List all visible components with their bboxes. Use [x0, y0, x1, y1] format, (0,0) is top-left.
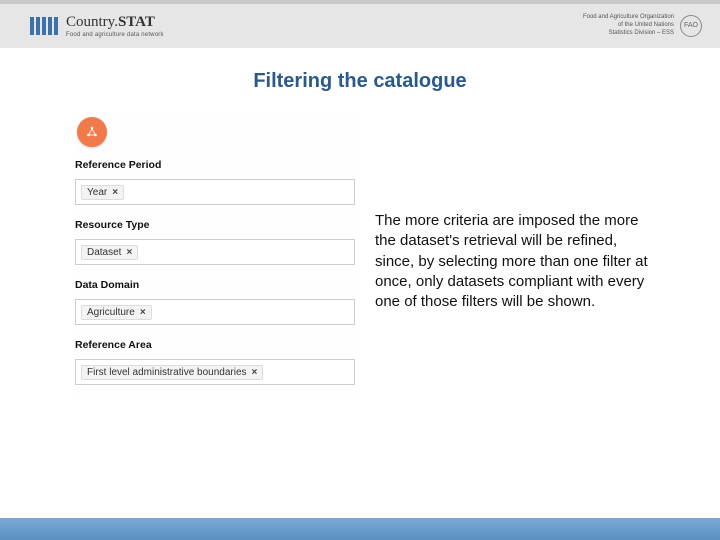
- add-filter-button[interactable]: [77, 117, 107, 147]
- brand-left: Country.STAT Food and agriculture data n…: [30, 15, 164, 38]
- content-row: Reference Period Year × Resource Type Da…: [0, 111, 720, 399]
- org-text: Food and Agriculture Organization of the…: [583, 14, 674, 37]
- field-reference-period: Reference Period Year ×: [75, 159, 355, 205]
- filter-tag[interactable]: Year ×: [81, 185, 124, 200]
- filter-tag[interactable]: Dataset ×: [81, 245, 138, 260]
- logo-bars-icon: [30, 17, 58, 35]
- tag-text: Agriculture: [87, 307, 135, 318]
- close-icon[interactable]: ×: [140, 307, 146, 318]
- tag-text: First level administrative boundaries: [87, 367, 247, 378]
- tag-text: Year: [87, 187, 107, 198]
- network-icon: [85, 125, 99, 139]
- filter-tag[interactable]: First level administrative boundaries ×: [81, 365, 263, 380]
- tag-input[interactable]: Year ×: [75, 179, 355, 205]
- header-bar: Country.STAT Food and agriculture data n…: [0, 0, 720, 48]
- org-line2: of the United Nations: [583, 22, 674, 30]
- field-label: Resource Type: [75, 219, 355, 231]
- fao-logo-icon: FAO: [680, 15, 702, 37]
- footer-bar: [0, 518, 720, 540]
- brand-main-b: STAT: [118, 14, 155, 30]
- close-icon[interactable]: ×: [126, 247, 132, 258]
- field-label: Reference Area: [75, 339, 355, 351]
- field-resource-type: Resource Type Dataset ×: [75, 219, 355, 265]
- field-data-domain: Data Domain Agriculture ×: [75, 279, 355, 325]
- tag-text: Dataset: [87, 247, 121, 258]
- brand-sub: Food and agriculture data network: [66, 32, 164, 38]
- explanation-text: The more criteria are imposed the more t…: [375, 111, 650, 399]
- field-reference-area: Reference Area First level administrativ…: [75, 339, 355, 385]
- field-label: Reference Period: [75, 159, 355, 171]
- tag-input[interactable]: Dataset ×: [75, 239, 355, 265]
- slide-title: Filtering the catalogue: [0, 70, 720, 93]
- filter-tag[interactable]: Agriculture ×: [81, 305, 152, 320]
- org-line1: Food and Agriculture Organization: [583, 14, 674, 22]
- close-icon[interactable]: ×: [112, 187, 118, 198]
- brand-text: Country.STAT Food and agriculture data n…: [66, 15, 164, 38]
- brand-main-a: Country: [66, 14, 114, 30]
- tag-input[interactable]: Agriculture ×: [75, 299, 355, 325]
- field-label: Data Domain: [75, 279, 355, 291]
- tag-input[interactable]: First level administrative boundaries ×: [75, 359, 355, 385]
- brand-right: Food and Agriculture Organization of the…: [583, 14, 702, 37]
- org-line3: Statistics Division – ESS: [583, 30, 674, 38]
- close-icon[interactable]: ×: [252, 367, 258, 378]
- filter-panel: Reference Period Year × Resource Type Da…: [75, 111, 355, 399]
